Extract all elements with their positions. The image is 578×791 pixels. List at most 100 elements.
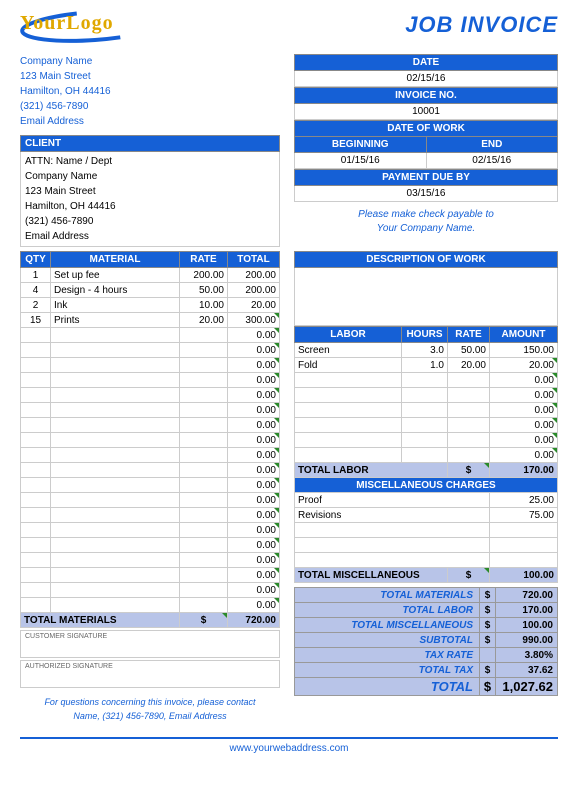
materials-h-qty: QTY [21,252,51,268]
dow-label: DATE OF WORK [294,120,558,137]
logo-text: YourLogo [20,12,150,35]
sum-sub-label: SUBTOTAL [295,633,480,648]
labor-table: LABOR HOURS RATE AMOUNT Screen3.050.0015… [294,326,558,583]
labor-h-rate: RATE [448,327,490,343]
payable-block: Please make check payable to Your Compan… [294,208,558,236]
table-row: 0.00 [21,598,280,613]
sum-mat-cur: $ [480,588,496,603]
sum-sub-cur: $ [480,633,496,648]
questions-line2: Name, (321) 456-7890, Email Address [20,710,280,724]
sum-total-cur: $ [480,678,496,696]
header-row: YourLogo JOB INVOICE [20,12,558,44]
table-row: 0.00 [21,523,280,538]
summary-table: TOTAL MATERIALS$720.00 TOTAL LABOR$170.0… [294,587,558,696]
payable-line1: Please make check payable to [294,208,558,222]
labor-total-cur: $ [448,463,490,478]
materials-h-rate: RATE [180,252,228,268]
table-row: Fold1.020.0020.00 [295,358,558,373]
table-row: 0.00 [295,448,558,463]
description-header: DESCRIPTION OF WORK [294,251,558,268]
sum-total-label: TOTAL [295,678,480,696]
description-box [294,268,558,326]
materials-total-cur: $ [180,613,228,628]
table-row: 0.00 [21,478,280,493]
table-row: 0.00 [21,583,280,598]
table-row: Revisions75.00 [295,508,558,523]
table-row: 0.00 [21,493,280,508]
table-row: 0.00 [295,433,558,448]
labor-h-hrs: HOURS [402,327,448,343]
client-street: 123 Main Street [25,184,275,199]
payable-line2: Your Company Name. [294,222,558,236]
sum-tax-label: TOTAL TAX [295,663,480,678]
end-value: 02/15/16 [427,153,559,169]
client-city: Hamilton, OH 44416 [25,199,275,214]
end-label: END [427,137,559,153]
table-row: 0.00 [21,508,280,523]
logo-area: YourLogo [20,12,150,44]
table-row: 0.00 [21,373,280,388]
sum-taxrate-label: TAX RATE [295,648,480,663]
sum-mat: 720.00 [496,588,558,603]
table-row: 4Design - 4 hours50.00200.00 [21,283,280,298]
logo-swoosh-icon: YourLogo [20,12,150,44]
sum-mat-label: TOTAL MATERIALS [295,588,480,603]
date-value: 02/15/16 [294,71,558,87]
materials-h-mat: MATERIAL [51,252,180,268]
footer-url: www.yourwebaddress.com [20,737,558,754]
table-row: 0.00 [21,433,280,448]
customer-signature-box: CUSTOMER SIGNATURE [20,630,280,658]
company-block: Company Name 123 Main Street Hamilton, O… [20,54,280,129]
table-row: 2Ink10.0020.00 [21,298,280,313]
table-row: 0.00 [21,448,280,463]
sum-lab-cur: $ [480,603,496,618]
sum-sub: 990.00 [496,633,558,648]
authorized-signature-box: AUTHORIZED SIGNATURE [20,660,280,688]
sum-lab: 170.00 [496,603,558,618]
table-row [295,553,558,568]
table-row: 15Prints20.00300.00 [21,313,280,328]
table-row: 0.00 [21,418,280,433]
sum-misc-cur: $ [480,618,496,633]
sum-misc: 100.00 [496,618,558,633]
materials-h-total: TOTAL [228,252,280,268]
begin-label: BEGINNING [294,137,427,153]
sum-lab-label: TOTAL LABOR [295,603,480,618]
misc-header: MISCELLANEOUS CHARGES [295,478,558,493]
customer-signature-label: CUSTOMER SIGNATURE [25,633,107,640]
company-name: Company Name [20,54,280,69]
table-row: Proof25.00 [295,493,558,508]
company-city: Hamilton, OH 44416 [20,84,280,99]
due-value: 03/15/16 [294,186,558,202]
table-row: 1Set up fee200.00200.00 [21,268,280,283]
invoice-label: INVOICE NO. [294,87,558,104]
labor-h-amt: AMOUNT [490,327,558,343]
misc-total-cur: $ [448,568,490,583]
page-title: JOB INVOICE [405,12,558,38]
materials-total: 720.00 [228,613,280,628]
materials-total-label: TOTAL MATERIALS [21,613,180,628]
materials-table: QTY MATERIAL RATE TOTAL 1Set up fee200.0… [20,251,280,628]
company-phone: (321) 456-7890 [20,99,280,114]
table-row: 0.00 [295,403,558,418]
due-label: PAYMENT DUE BY [294,169,558,186]
invoice-value: 10001 [294,104,558,120]
sum-tax: 37.62 [496,663,558,678]
table-row: 0.00 [21,388,280,403]
table-row: Screen3.050.00150.00 [295,343,558,358]
misc-total-label: TOTAL MISCELLANEOUS [295,568,448,583]
sum-tax-cur: $ [480,663,496,678]
misc-total: 100.00 [490,568,558,583]
table-row: 0.00 [21,553,280,568]
invoice-page: YourLogo JOB INVOICE Company Name 123 Ma… [0,0,578,764]
questions-block: For questions concerning this invoice, p… [20,696,280,723]
table-row: 0.00 [21,538,280,553]
table-row: 0.00 [21,343,280,358]
client-header: CLIENT [20,135,280,152]
authorized-signature-label: AUTHORIZED SIGNATURE [25,663,113,670]
top-columns: Company Name 123 Main Street Hamilton, O… [20,48,558,247]
table-row: 0.00 [21,403,280,418]
client-phone: (321) 456-7890 [25,214,275,229]
date-label: DATE [294,54,558,71]
sum-total: 1,027.62 [496,678,558,696]
